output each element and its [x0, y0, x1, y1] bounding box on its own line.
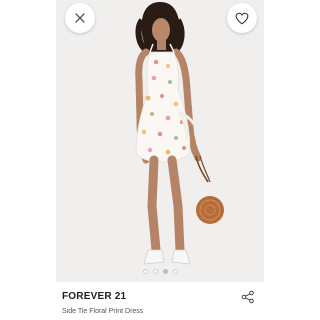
- pagination-dot[interactable]: [152, 269, 158, 274]
- heart-icon: [235, 12, 249, 24]
- close-icon: [75, 13, 85, 23]
- product-image[interactable]: [56, 0, 264, 282]
- image-pagination-dots: [56, 269, 264, 274]
- pagination-dot-active[interactable]: [162, 269, 168, 274]
- pagination-dot[interactable]: [142, 269, 148, 274]
- share-icon: [241, 290, 254, 304]
- product-title: Side Tie Floral Print Dress: [62, 308, 144, 315]
- model-photo: [56, 0, 264, 282]
- wishlist-button[interactable]: [227, 3, 257, 33]
- close-button[interactable]: [65, 3, 95, 33]
- share-button[interactable]: [241, 290, 255, 304]
- product-card: FOREVER 21 Side Tie Floral Print Dress: [56, 0, 264, 320]
- pagination-dot[interactable]: [172, 269, 178, 274]
- brand-name: FOREVER 21: [62, 291, 127, 302]
